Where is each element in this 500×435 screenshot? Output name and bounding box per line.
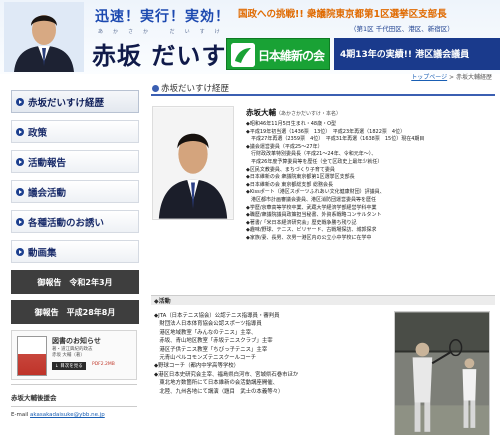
profile-item: ◆学歴/京華高等学校卒業、武蔵大学経済学部経営学科卒業: [246, 204, 377, 211]
profile-item: 港区都市計画審議会委員、港区消防団運営委員等を歴任: [246, 196, 377, 203]
activity-item: 東北地方数箇所にて日本維新の会活動講座開催、: [154, 380, 278, 387]
party-banner[interactable]: 日本維新の会: [226, 38, 330, 70]
sidebar-item-assembly[interactable]: 議会活動: [11, 180, 139, 203]
result-banner: 4期13年の実績!! 港区議会議員: [334, 38, 500, 70]
arrow-bullet-icon: [16, 248, 24, 256]
activity-item: ◆港区日本史研究会主宰、福島県白河市、宮城県石巻市ほか: [154, 371, 299, 378]
profile-item: 平成27年再選（2359票 4位） 平成31年再選（1638票 15位）現在4期…: [246, 136, 425, 143]
party-name: 日本維新の会: [258, 49, 325, 63]
arrow-bullet-icon: [16, 158, 24, 166]
profile-name-row: 赤坂大輔（あかさかだいすけ・本名）: [246, 107, 496, 118]
header-challenge-sub: （第1区 千代田区、港区、新宿区）: [350, 25, 454, 33]
activity-item: 赤坂、青山地区教室「赤坂テニスクラブ」主宰: [154, 338, 273, 345]
breadcrumb-current: 赤坂大輔経歴: [455, 74, 492, 81]
arrow-bullet-icon: [16, 98, 24, 106]
result-text: 4期13年の実績!! 港区議会議員: [340, 50, 470, 60]
activity-item: 財団法人日本体育協会公認スポーツ指導員: [154, 321, 262, 328]
activity-item: 北陸、九州各地にて講演（題目 武士の本義等々）: [154, 388, 284, 395]
book-description: 著・道江興紀的政志 赤坂 大輔（著）: [52, 347, 93, 359]
activity-item: 港区地域教室「みんなのテニス」主宰、: [154, 329, 257, 336]
email-link[interactable]: akasakadaisuke@ybb.ne.jp: [30, 412, 105, 418]
profile-item: ◆日本維新の会 衆議院東京都第1区選挙区支部長: [246, 174, 355, 181]
profile-name: 赤坂大輔: [246, 108, 276, 117]
report-button-h28[interactable]: 御報告 平成28年8月: [11, 300, 139, 324]
sidebar: 赤坂だいすけ経歴 政策 活動報告 議会活動 各種活動のお誘い 動画集 御報告 令…: [11, 90, 139, 418]
sidebar-item-activity-report[interactable]: 活動報告: [11, 150, 139, 173]
arrow-bullet-icon: [16, 218, 24, 226]
breadcrumb-home-link[interactable]: トップページ: [411, 74, 447, 81]
book-pdf-link[interactable]: PDF2.2MB: [92, 362, 115, 367]
divider: [11, 384, 137, 385]
supporters-office: 赤坂大輔後援会: [11, 394, 57, 402]
header-portrait-photo: [4, 2, 84, 72]
breadcrumb-separator: >: [447, 74, 456, 81]
sidebar-item-label: 議会活動: [28, 187, 67, 199]
party-logo-icon: [231, 43, 255, 67]
activity-item: ◆野球コーチ（都内中学高等学校）: [154, 363, 240, 370]
book-download-button[interactable]: ↓ 目次を見る: [52, 362, 86, 370]
profile-item: ◆Kissポート（港区スポーツふれあい文化健康財団）評議員、: [246, 189, 385, 196]
sidebar-item-label: 赤坂だいすけ経歴: [28, 97, 105, 109]
sidebar-item-label: 各種活動のお誘い: [28, 217, 105, 229]
main-content: 赤坂だいすけ経歴 赤坂大輔（あかさかだいすけ・本名） ◆昭和46年11月5日生ま…: [151, 82, 495, 435]
sidebar-item-policy[interactable]: 政策: [11, 120, 139, 143]
sidebar-item-label: 活動報告: [28, 157, 67, 169]
book-notice[interactable]: 図書のお知らせ 著・道江興紀的政志 赤坂 大輔（著） ↓ 目次を見る PDF2.…: [11, 330, 137, 380]
profile-item: ◆家族/妻、長男、次男一港区内の公立小中学校に在学中: [246, 234, 372, 241]
activity-item: 港区子供テニス教室「ちびっ子テニス」主宰: [154, 346, 268, 353]
sidebar-item-label: 政策: [28, 127, 48, 139]
report-button-r2[interactable]: 御報告 令和2年3月: [11, 270, 139, 294]
profile-portrait-photo: [152, 106, 234, 220]
profile-details: 赤坂大輔（あかさかだいすけ・本名） ◆昭和46年11月5日生まれ・48歳・O型 …: [246, 107, 496, 243]
book-title: 図書のお知らせ: [52, 337, 101, 345]
sidebar-item-videos[interactable]: 動画集: [11, 240, 139, 263]
activity-list: ◆JTA（日本テニス協会）公認テニス指導員・審判員 財団法人日本体育協会公認スポ…: [154, 312, 394, 396]
profile-item: ◆趣味/野球、テニス、ビリヤード、古戦場探訪、城郭探求: [246, 227, 377, 234]
email-label: E-mail: [11, 412, 29, 418]
profile-item: ◆昭和46年11月5日生まれ・48歳・O型: [246, 121, 337, 127]
header-name-ruby: あかさか だいすけ: [98, 29, 230, 35]
profile-list: ◆昭和46年11月5日生まれ・48歳・O型 ◆平成19年初当選（1436票 13…: [246, 121, 496, 243]
tennis-photo: [394, 311, 490, 435]
sidebar-item-profile[interactable]: 赤坂だいすけ経歴: [11, 90, 139, 113]
arrow-bullet-icon: [16, 128, 24, 136]
arrow-bullet-icon: [16, 188, 24, 196]
book-cover-image: [17, 336, 47, 376]
header-challenge: 国政への挑戦!! 衆議院東京都第1区選挙区支部長: [238, 9, 447, 20]
site-header: 迅速！実行！実効！ あかさか だいすけ 赤坂 だいすけ 国政への挑戦!! 衆議院…: [0, 0, 500, 74]
breadcrumb: トップページ > 赤坂大輔経歴: [411, 72, 492, 81]
activity-item: ◆JTA（日本テニス協会）公認テニス指導員・審判員: [154, 313, 280, 319]
divider: [11, 406, 137, 407]
section-title: 赤坂だいすけ経歴: [151, 82, 495, 96]
sidebar-item-invitations[interactable]: 各種活動のお誘い: [11, 210, 139, 233]
email-row: E-mail akasakadaisuke@ybb.ne.jp: [11, 412, 139, 418]
book-desc-line: 赤坂 大輔（著）: [52, 353, 85, 358]
header-slogan: 迅速！実行！実効！: [95, 9, 230, 25]
profile-item: 平成26年度予算委員等を歴任（全て区政史上最年少就任）: [246, 158, 383, 165]
profile-item: 行財政改革特別委員長（平成21〜24年、令和元年〜）、: [246, 151, 377, 158]
activity-item: 元青山ペルコモンズテニスクールコーチ: [154, 355, 257, 362]
sidebar-item-label: 動画集: [28, 247, 57, 259]
profile-item: ◆職歴/衆議院議員政策担当秘書、外資系戦略コンサルタント: [246, 212, 382, 219]
profile-ruby: （あかさかだいすけ・本名）: [276, 111, 342, 117]
activity-header: ◆活動: [151, 295, 495, 305]
